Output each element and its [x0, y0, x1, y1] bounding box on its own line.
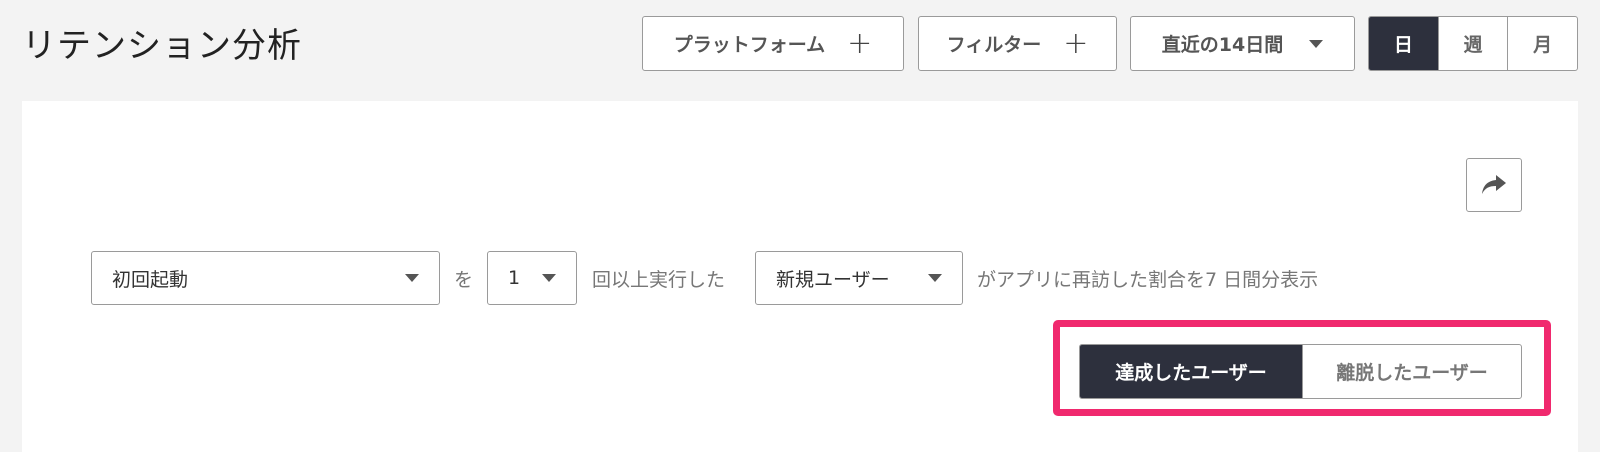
- page-title: リテンション分析: [22, 26, 302, 66]
- achieved-users-button[interactable]: 達成したユーザー: [1080, 345, 1302, 398]
- chevron-down-icon: [405, 274, 419, 282]
- date-range-dropdown[interactable]: 直近の14日間: [1130, 16, 1355, 71]
- churned-users-button[interactable]: 離脱したユーザー: [1302, 345, 1521, 398]
- share-icon: [1482, 175, 1506, 194]
- event-select[interactable]: 初回起動: [91, 251, 440, 305]
- date-range-label: 直近の14日間: [1161, 34, 1284, 56]
- times-text: 回以上実行した: [592, 268, 726, 291]
- count-select-value: 1: [508, 267, 521, 289]
- filter-button-label: フィルター: [946, 34, 1042, 56]
- retention-analysis-page: リテンション分析 プラットフォーム + フィルター + 直近の14日間 日 週 …: [0, 0, 1600, 452]
- user-status-toggle: 達成したユーザー 離脱したユーザー: [1079, 344, 1522, 399]
- platform-button-label: プラットフォーム: [673, 34, 826, 56]
- description-text: がアプリに再訪した割合を7 日間分表示: [977, 268, 1319, 291]
- user-type-select[interactable]: 新規ユーザー: [755, 251, 963, 305]
- share-button[interactable]: [1466, 158, 1522, 212]
- plus-icon: +: [847, 25, 873, 61]
- chevron-down-icon: [1309, 39, 1324, 48]
- chevron-down-icon: [928, 274, 942, 282]
- user-type-select-value: 新規ユーザー: [776, 268, 890, 291]
- platform-add-button[interactable]: プラットフォーム +: [642, 16, 904, 71]
- event-select-value: 初回起動: [112, 268, 189, 291]
- period-week-button[interactable]: 週: [1437, 17, 1508, 70]
- wo-text: を: [454, 268, 474, 291]
- count-select[interactable]: 1: [487, 251, 577, 305]
- period-segmented-control: 日 週 月: [1368, 16, 1578, 71]
- filter-add-button[interactable]: フィルター +: [918, 16, 1117, 71]
- period-month-button[interactable]: 月: [1507, 17, 1577, 70]
- plus-icon: +: [1063, 25, 1089, 61]
- chevron-down-icon: [542, 274, 556, 282]
- period-day-button[interactable]: 日: [1369, 17, 1438, 70]
